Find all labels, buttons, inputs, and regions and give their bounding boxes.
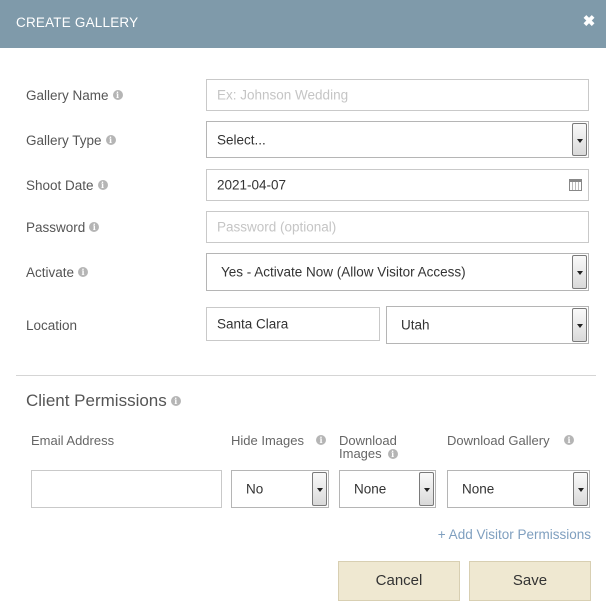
chevron-down-icon[interactable] (419, 472, 434, 506)
activate-value: Yes - Activate Now (Allow Visitor Access… (221, 264, 466, 280)
gallery-name-input[interactable]: Ex: Johnson Wedding (206, 79, 589, 111)
email-address-input[interactable] (31, 470, 222, 508)
gallery-type-select[interactable]: Select... (206, 121, 589, 158)
gallery-type-value: Select... (217, 132, 266, 147)
activate-label: Activate i (26, 265, 89, 280)
activate-select[interactable]: Yes - Activate Now (Allow Visitor Access… (206, 253, 589, 291)
hide-images-header-text: Hide Images (231, 433, 304, 448)
state-select[interactable]: Utah (386, 306, 589, 344)
city-input[interactable]: Santa Clara (206, 307, 380, 341)
client-permissions-title-text: Client Permissions (26, 391, 167, 410)
password-label: Password i (26, 220, 100, 235)
calendar-icon[interactable] (569, 179, 582, 191)
shoot-date-input[interactable]: 2021-04-07 (206, 169, 589, 201)
chevron-down-icon[interactable] (312, 472, 327, 506)
info-icon[interactable]: i (387, 448, 398, 459)
info-icon[interactable]: i (89, 222, 100, 233)
chevron-down-icon[interactable] (572, 308, 587, 342)
gallery-type-label-text: Gallery Type (26, 133, 102, 148)
shoot-date-label-text: Shoot Date (26, 178, 94, 193)
download-images-value: None (354, 481, 387, 497)
gallery-name-placeholder: Ex: Johnson Wedding (217, 87, 349, 103)
info-icon[interactable]: i (105, 135, 116, 146)
email-column-header: Email Address (31, 433, 115, 448)
add-visitor-permissions-link[interactable]: + Add Visitor Permissions (438, 527, 591, 542)
password-placeholder: Password (optional) (217, 219, 337, 235)
download-images-header-line2: Images i (339, 447, 398, 460)
chevron-down-icon[interactable] (572, 255, 587, 289)
hide-images-select[interactable]: No (231, 470, 329, 508)
hide-images-value: No (246, 481, 264, 497)
download-gallery-select[interactable]: None (447, 470, 590, 508)
section-divider (16, 375, 596, 376)
close-icon[interactable]: ✖ (582, 13, 596, 31)
gallery-name-label-text: Gallery Name (26, 88, 109, 103)
location-label: Location (26, 318, 78, 333)
password-label-text: Password (26, 220, 86, 235)
client-permissions-title: Client Permissions i (26, 391, 181, 411)
download-gallery-value: None (462, 481, 495, 497)
dialog-title: CREATE GALLERY (16, 15, 139, 30)
download-images-header-line2-text: Images (339, 446, 382, 461)
info-icon[interactable]: i (316, 435, 326, 445)
shoot-date-value: 2021-04-07 (217, 177, 287, 193)
gallery-name-label: Gallery Name i (26, 88, 123, 103)
hide-images-column-header: Hide Images (231, 434, 304, 447)
shoot-date-label: Shoot Date i (26, 178, 108, 193)
download-images-column-header: Download Images i (339, 434, 398, 460)
info-icon[interactable]: i (564, 435, 574, 445)
chevron-down-icon[interactable] (572, 123, 587, 156)
save-button[interactable]: Save (469, 561, 591, 601)
state-value: Utah (401, 317, 430, 333)
info-icon[interactable]: i (112, 90, 123, 101)
info-icon[interactable]: i (78, 267, 89, 278)
password-input[interactable]: Password (optional) (206, 211, 589, 243)
info-icon[interactable]: i (97, 180, 108, 191)
cancel-button[interactable]: Cancel (338, 561, 460, 601)
city-value: Santa Clara (217, 316, 289, 332)
download-gallery-column-header: Download Gallery (447, 433, 550, 448)
chevron-down-icon[interactable] (573, 472, 588, 506)
gallery-type-label: Gallery Type i (26, 133, 116, 148)
activate-label-text: Activate (26, 265, 75, 280)
info-icon[interactable]: i (170, 395, 181, 406)
dialog-header: CREATE GALLERY ✖ (0, 0, 606, 48)
download-images-select[interactable]: None (339, 470, 436, 508)
